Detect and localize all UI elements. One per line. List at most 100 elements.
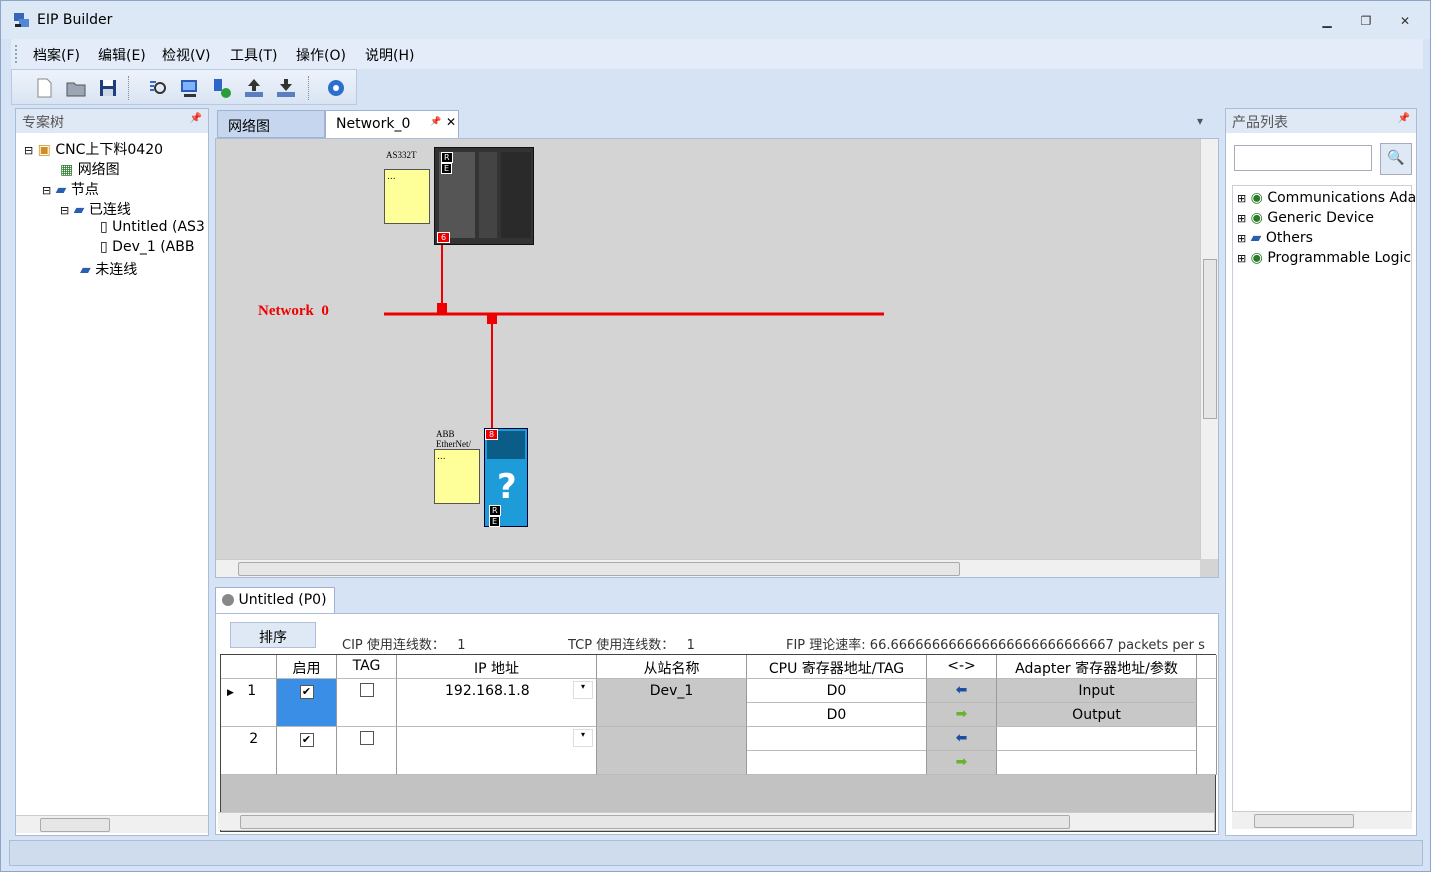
adapter-output-cell[interactable]: Output [997, 703, 1197, 727]
network-label[interactable]: Network 0 [258, 303, 329, 320]
header-enable[interactable]: 启用 [277, 655, 337, 679]
enable-cell[interactable]: ✔ [277, 727, 337, 775]
device1-note[interactable]: ... [384, 169, 430, 224]
minimize-button[interactable]: ▁ [1315, 11, 1339, 31]
grid-hscrollbar[interactable] [218, 812, 1214, 830]
table-row[interactable]: ▶ 1 ✔ 192.168.1.8 ▾ Dev_1 D0 D0 ⬅ ➡ Input… [221, 679, 1217, 727]
cpu-register-output[interactable] [747, 751, 927, 775]
upload-icon[interactable] [242, 76, 266, 100]
product-item-plc[interactable]: ⊞ ◉ Programmable Logic [1237, 250, 1411, 266]
pin-icon[interactable]: 📌 [430, 117, 441, 127]
collapse-icon[interactable]: ⊟ [42, 184, 51, 197]
canvas-hscrollbar[interactable] [216, 559, 1200, 577]
scroll-thumb[interactable] [40, 818, 110, 832]
pin-icon[interactable]: 📌 [190, 113, 202, 124]
device2-port-badge[interactable]: 8 [485, 429, 499, 440]
header-adapter-register[interactable]: Adapter 寄存器地址/参数 [997, 655, 1197, 679]
tag-cell[interactable] [337, 727, 397, 775]
scroll-thumb[interactable] [1203, 259, 1217, 419]
adapter-input-cell[interactable]: Input [997, 679, 1197, 703]
ip-dropdown-button[interactable]: ▾ [573, 681, 593, 699]
product-item-others[interactable]: ⊞ ▰ Others [1237, 230, 1313, 246]
tree-nodes[interactable]: ⊟ ▰ 节点 [42, 179, 99, 199]
tree-hscrollbar[interactable] [16, 815, 208, 833]
header-ip[interactable]: IP 地址 [397, 655, 597, 679]
cpu-register-output[interactable]: D0 [747, 703, 927, 727]
settings-gear-icon[interactable] [324, 76, 348, 100]
slave-name-cell[interactable] [597, 727, 747, 775]
tree-device-dev1[interactable]: ▯ Dev_1 (ABB [100, 239, 204, 255]
tab-dropdown-icon[interactable]: ▾ [1197, 114, 1203, 128]
header-tag[interactable]: TAG [337, 655, 397, 679]
tab-network0[interactable]: Network_0 📌 ✕ [325, 110, 459, 138]
menu-help[interactable]: 说明(H) [365, 45, 414, 65]
scan-network-icon[interactable] [146, 76, 170, 100]
row-extra-button[interactable] [1197, 679, 1217, 727]
expand-icon[interactable]: ⊞ [1237, 232, 1246, 245]
close-tab-icon[interactable]: ✕ [446, 115, 456, 129]
tag-checkbox[interactable] [359, 731, 374, 745]
tab-network-view[interactable]: 网络图 [217, 110, 325, 138]
menu-tools[interactable]: 工具(T) [230, 45, 277, 65]
header-cpu-register[interactable]: CPU 寄存器地址/TAG [747, 655, 927, 679]
tab-untitled-p0[interactable]: Untitled (P0) [215, 587, 335, 613]
tag-checkbox[interactable] [359, 683, 374, 697]
tree-disconnected[interactable]: ▰ 未连线 [80, 259, 137, 279]
tree-root[interactable]: ⊟ ▣ CNC上下料0420 [24, 139, 163, 159]
adapter-output-cell[interactable] [997, 751, 1197, 775]
product-hscrollbar[interactable] [1232, 811, 1412, 829]
collapse-icon[interactable]: ⊟ [24, 144, 33, 157]
device2-note[interactable]: ... [434, 449, 480, 504]
slave-name-cell[interactable]: Dev_1 [597, 679, 747, 727]
monitor-icon[interactable] [178, 76, 202, 100]
new-file-icon[interactable] [32, 76, 56, 100]
product-item-generic[interactable]: ⊞ ◉ Generic Device [1237, 210, 1374, 226]
menu-view[interactable]: 检视(V) [162, 45, 211, 65]
menu-file[interactable]: 档案(F) [33, 45, 80, 65]
header-direction[interactable]: <-> [927, 655, 997, 679]
save-icon[interactable] [96, 76, 120, 100]
open-folder-icon[interactable] [64, 76, 88, 100]
network-canvas[interactable]: AS332T ... R E 6 Network 0 ABB EtherNet/ … [215, 138, 1219, 578]
collapse-icon[interactable]: ⊟ [60, 204, 69, 217]
menu-edit[interactable]: 编辑(E) [98, 45, 146, 65]
ip-cell[interactable]: ▾ [397, 727, 597, 775]
download-icon[interactable] [274, 76, 298, 100]
expand-icon[interactable]: ⊞ [1237, 192, 1246, 205]
ip-dropdown-button[interactable]: ▾ [573, 729, 593, 747]
enable-checkbox[interactable]: ✔ [299, 733, 314, 747]
device1-plc[interactable]: R E 6 [434, 147, 534, 245]
product-item-communications[interactable]: ⊞ ◉ Communications Ada [1237, 190, 1416, 206]
restore-button[interactable]: ❐ [1354, 11, 1378, 31]
search-icon[interactable]: 🔍 [1380, 143, 1412, 175]
enable-cell[interactable]: ✔ [277, 679, 337, 727]
tree-network[interactable]: ▦ 网络图 [60, 159, 120, 179]
expand-icon[interactable]: ⊞ [1237, 212, 1246, 225]
device2-unknown-module[interactable]: ? R E 8 [484, 428, 528, 527]
cpu-register-input[interactable] [747, 727, 927, 751]
device1-port-badge[interactable]: 6 [437, 232, 451, 243]
scroll-thumb[interactable] [240, 815, 1070, 829]
adapter-input-cell[interactable] [997, 727, 1197, 751]
expand-icon[interactable]: ⊞ [1237, 252, 1246, 265]
scroll-thumb[interactable] [1254, 814, 1354, 828]
sort-button[interactable]: 排序 [230, 622, 316, 648]
tcp-count: TCP 使用连线数： 1 [568, 634, 695, 653]
tree-device-untitled[interactable]: ▯ Untitled (AS3 [100, 219, 204, 235]
cpu-register-input[interactable]: D0 [747, 679, 927, 703]
ip-value: 192.168.1.8 [445, 683, 530, 699]
tag-cell[interactable] [337, 679, 397, 727]
canvas-vscrollbar[interactable] [1200, 139, 1218, 559]
close-window-button[interactable]: ✕ [1393, 11, 1417, 31]
download-device-icon[interactable] [210, 76, 234, 100]
product-search-input[interactable] [1234, 145, 1372, 171]
enable-checkbox[interactable]: ✔ [299, 685, 314, 699]
pin-icon[interactable]: 📌 [1398, 113, 1410, 124]
tree-connected[interactable]: ⊟ ▰ 已连线 [60, 199, 131, 219]
row-extra-button[interactable] [1197, 727, 1217, 775]
ip-cell[interactable]: 192.168.1.8 ▾ [397, 679, 597, 727]
scroll-thumb[interactable] [238, 562, 960, 576]
menu-operate[interactable]: 操作(O) [296, 45, 346, 65]
header-slave-name[interactable]: 从站名称 [597, 655, 747, 679]
table-row[interactable]: 2 ✔ ▾ ⬅ ➡ [221, 727, 1217, 775]
